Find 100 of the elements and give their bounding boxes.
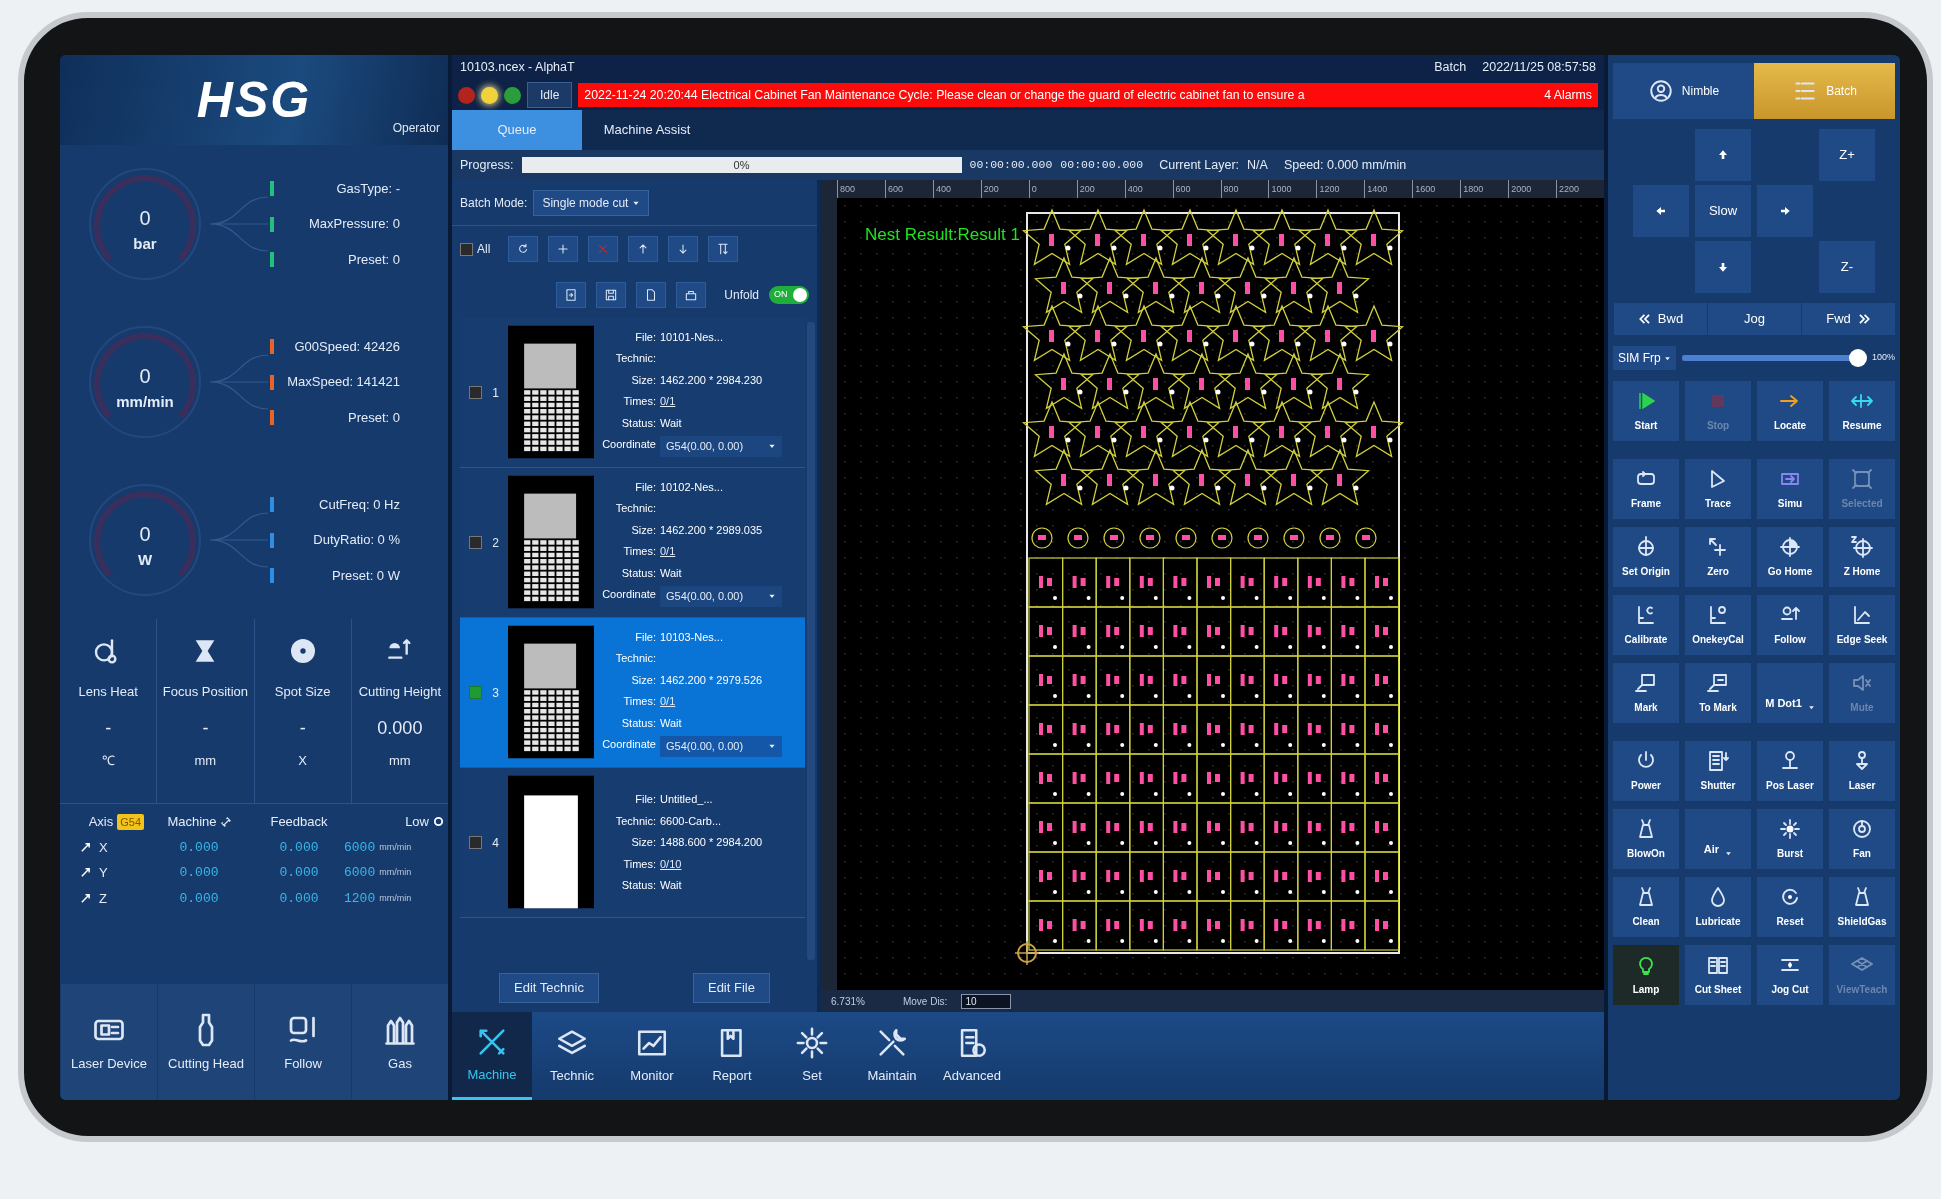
toolbar-button[interactable] — [668, 236, 699, 262]
z-button[interactable]: Z- — [1819, 241, 1875, 293]
readout-value: - — [299, 717, 306, 740]
slider-thumb[interactable] — [1848, 349, 1867, 367]
control-button[interactable]: Z Home — [1829, 527, 1895, 587]
field-label: Size: — [630, 372, 656, 388]
speed-mode-dropdown[interactable]: SIM Frp — [1613, 346, 1676, 370]
info-text: MaxSpeed: 141421 — [286, 373, 400, 392]
field-label: Times: — [622, 394, 656, 409]
queue-item[interactable]: 4 File: Untitled_... Technic: 6600-Carb... Size: 1488.600 * 2984.200 Times: 0/10 Status: Wait — [460, 768, 805, 918]
control-button[interactable]: Frame — [1613, 459, 1679, 519]
z-button[interactable]: Z+ — [1819, 129, 1875, 181]
control-button[interactable]: Resume — [1829, 381, 1895, 441]
control-button[interactable]: Edge Seek — [1829, 595, 1895, 655]
control-button[interactable]: Shutter — [1685, 741, 1751, 801]
column-header: Low — [405, 813, 429, 831]
times-link[interactable]: 0/10 — [660, 857, 682, 870]
control-button[interactable]: Lamp — [1613, 945, 1679, 1005]
import-icon — [564, 288, 579, 302]
checkbox[interactable] — [469, 536, 483, 549]
control-button[interactable]: Reset — [1757, 877, 1823, 937]
times-link[interactable]: 0/1 — [660, 545, 676, 557]
jog-mode-button[interactable]: Jog — [1707, 303, 1801, 335]
times-link[interactable]: 0/1 — [660, 695, 676, 707]
device-tab[interactable]: Follow — [254, 984, 351, 1100]
checkbox[interactable] — [469, 386, 483, 399]
nav-tab[interactable]: Maintain — [852, 1012, 932, 1100]
toolbar-button[interactable] — [708, 236, 739, 262]
toolbar-button[interactable] — [596, 282, 627, 308]
nav-tab[interactable]: Monitor — [612, 1012, 692, 1100]
mode-tab[interactable]: Nimble — [1613, 63, 1754, 119]
control-button[interactable]: BlowOn — [1613, 809, 1679, 869]
control-button[interactable]: Fan — [1829, 809, 1895, 869]
alarm-message: 2022-11-24 20:20:44 Electrical Cabinet Fan Maintenance Cycle: Please clean or change the guard of electric cabinet fan to ensure a — [584, 86, 1305, 104]
control-button[interactable]: Jog Cut — [1757, 945, 1823, 1005]
readout-unit: mm — [389, 752, 411, 770]
control-button[interactable]: Lubricate — [1685, 877, 1751, 937]
queue-item[interactable]: 3 File: 10103-Nes... Technic: Size: 1462.200 * 2979.526 Times: 0/1 Status: Wait Coordinate G54(0.00, 0.00) — [460, 618, 805, 768]
checkbox[interactable] — [469, 686, 483, 699]
table-cell-text: 1200 — [344, 889, 376, 908]
control-button[interactable]: Follow — [1757, 595, 1823, 655]
toolbar-button[interactable] — [636, 282, 667, 308]
device-tab[interactable]: Laser Device — [60, 984, 157, 1100]
checkbox[interactable] — [460, 242, 473, 256]
control-button[interactable]: Calibrate — [1613, 595, 1679, 655]
field-label: Size: — [630, 835, 656, 851]
batch-mode-label: Batch Mode: — [460, 194, 528, 212]
coordinate-dropdown[interactable]: G54(0.00, 0.00) — [660, 436, 782, 457]
toolbar-button[interactable] — [676, 282, 707, 308]
checkbox[interactable] — [469, 836, 483, 849]
control-button[interactable]: To Mark — [1685, 663, 1751, 723]
readout-unit: X — [298, 752, 307, 770]
tab[interactable]: Machine Assist — [582, 110, 712, 150]
control-button[interactable]: Pos Laser — [1757, 741, 1823, 801]
jog-mode-button[interactable]: Fwd — [1801, 303, 1895, 335]
jog-mode-button[interactable]: Bwd — [1613, 303, 1707, 335]
nav-tab[interactable]: Advanced — [932, 1012, 1012, 1100]
nav-tab[interactable]: Machine — [452, 1012, 532, 1100]
toolbar-button[interactable] — [548, 236, 579, 262]
times-link[interactable]: 0/1 — [660, 395, 676, 407]
queue-item[interactable]: 1 File: 10101-Nes... Technic: Size: 1462.200 * 2984.230 Times: 0/1 Status: Wait Coordinate G54(0.00, 0.00) — [460, 318, 805, 468]
alarm-count: 4 Alarms — [1544, 86, 1592, 104]
nav-tab[interactable]: Report — [692, 1012, 772, 1100]
control-button[interactable]: Cut Sheet — [1685, 945, 1751, 1005]
edit-button[interactable]: Edit Technic — [499, 973, 599, 1003]
speed-button[interactable]: Slow — [1695, 185, 1751, 237]
device-tab[interactable]: Cutting Head — [157, 984, 254, 1100]
control-button[interactable]: Start — [1613, 381, 1679, 441]
queue-item[interactable]: 2 File: 10102-Nes... Technic: Size: 1462.200 * 2989.035 Times: 0/1 Status: Wait Coordinate G54(0.00, 0.00) — [460, 468, 805, 618]
control-button[interactable]: OnekeyCal — [1685, 595, 1751, 655]
gauge-unit: mm/min — [116, 391, 174, 412]
role-label: Operator — [392, 120, 440, 137]
control-button[interactable]: Set Origin — [1613, 527, 1679, 587]
coordinate-dropdown[interactable]: G54(0.00, 0.00) — [660, 736, 782, 757]
coordinate-dropdown[interactable]: G54(0.00, 0.00) — [660, 586, 782, 607]
control-button[interactable]: Clean — [1613, 877, 1679, 937]
batch-mode-dropdown[interactable]: Single mode cut — [533, 189, 650, 216]
control-button[interactable]: Mark — [1613, 663, 1679, 723]
toolbar-button[interactable] — [508, 236, 539, 262]
export-icon — [684, 288, 699, 302]
nav-tab[interactable]: Set — [772, 1012, 852, 1100]
control-button[interactable]: Air — [1685, 809, 1751, 869]
control-button[interactable]: Go Home — [1757, 527, 1823, 587]
control-button[interactable]: ShieldGas — [1829, 877, 1895, 937]
toolbar-button[interactable] — [628, 236, 659, 262]
toolbar-button[interactable] — [556, 282, 587, 308]
control-button[interactable]: M Dot1 — [1757, 663, 1823, 723]
control-button[interactable]: Simu — [1757, 459, 1823, 519]
nest-result-label: Nest Result:Result 1 — [865, 224, 1020, 246]
device-tab[interactable]: Gas — [351, 984, 448, 1100]
move-distance-field[interactable]: 10 — [961, 993, 1012, 1009]
control-button[interactable]: Locate — [1757, 381, 1823, 441]
control-button[interactable]: Burst — [1757, 809, 1823, 869]
control-button[interactable]: Zero — [1685, 527, 1751, 587]
person-circle-icon — [1647, 78, 1674, 104]
edit-button[interactable]: Edit File — [692, 973, 770, 1003]
nav-tab[interactable]: Technic — [532, 1012, 612, 1100]
control-button[interactable]: Power — [1613, 741, 1679, 801]
control-button[interactable]: Trace — [1685, 459, 1751, 519]
control-button[interactable]: Laser — [1829, 741, 1895, 801]
